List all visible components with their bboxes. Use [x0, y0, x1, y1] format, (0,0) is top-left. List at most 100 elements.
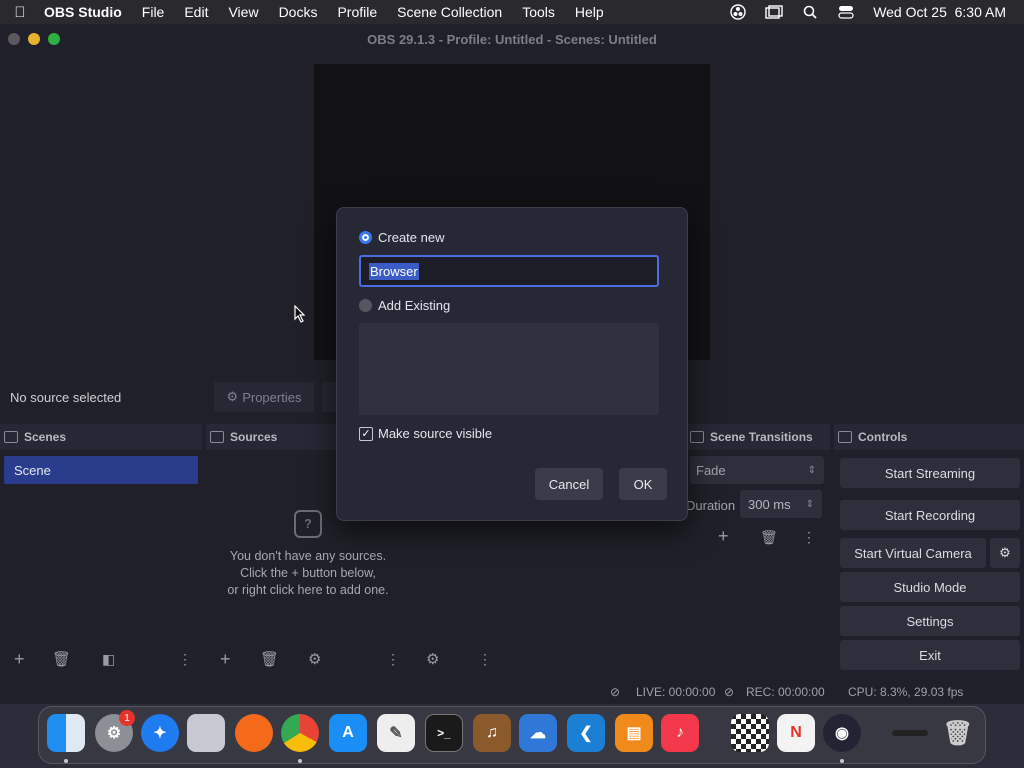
add-existing-radio[interactable]: Add Existing: [359, 298, 450, 313]
music-icon[interactable]: ♪: [661, 714, 699, 752]
live-status-icon: ⊘: [610, 685, 621, 699]
make-visible-label: Make source visible: [378, 426, 493, 441]
chrome-icon[interactable]: [281, 714, 319, 752]
minimize-window-button[interactable]: [28, 33, 40, 45]
transition-more-icon[interactable]: ⋮: [802, 529, 816, 546]
dock-icon: [690, 431, 704, 443]
add-transition-icon[interactable]: +: [718, 526, 729, 547]
news-icon[interactable]: N: [777, 714, 815, 752]
duration-value: 300 ms: [748, 496, 791, 512]
empty-line-3: or right click here to add one.: [227, 583, 389, 597]
remove-scene-icon[interactable]: 🗑: [52, 650, 71, 668]
menu-bar:  OBS Studio File Edit View Docks Profil…: [0, 0, 1024, 24]
transitions-title: Scene Transitions: [710, 430, 813, 444]
minimized-window-icon[interactable]: [891, 714, 929, 752]
gear-icon: ⚙: [226, 389, 239, 404]
finder-icon[interactable]: [47, 714, 85, 752]
launchpad-icon[interactable]: [187, 714, 225, 752]
duration-spinbox[interactable]: 300 ms ⇕: [740, 490, 822, 518]
cancel-button[interactable]: Cancel: [535, 468, 603, 500]
running-indicator: [840, 759, 844, 763]
remove-transition-icon[interactable]: 🗑: [760, 529, 778, 546]
menu-edit[interactable]: Edit: [174, 4, 218, 20]
add-source-dialog: Create new Browser Add Existing ✓ Make s…: [336, 207, 688, 521]
source-properties-gear-icon[interactable]: ⚙: [308, 650, 321, 668]
scenes-title: Scenes: [24, 430, 67, 444]
textedit-icon[interactable]: ✎: [377, 714, 415, 752]
create-new-label: Create new: [378, 230, 445, 245]
scene-item[interactable]: Scene: [4, 456, 198, 484]
maximize-window-button[interactable]: [48, 33, 60, 45]
control-center-icon[interactable]: [837, 3, 855, 21]
app-store-icon[interactable]: A: [329, 714, 367, 752]
menu-clock[interactable]: Wed Oct 25 6:30 AM: [873, 4, 1006, 20]
transitions-body: Fade ⇕ Duration 300 ms ⇕ + 🗑 ⋮: [686, 450, 830, 676]
scenes-dock-header: Scenes: [0, 424, 202, 450]
vscode-icon[interactable]: ❮: [567, 714, 605, 752]
chess-icon[interactable]: [731, 714, 769, 752]
menu-scene-collection[interactable]: Scene Collection: [387, 4, 512, 20]
menu-view[interactable]: View: [218, 4, 268, 20]
source-name-input[interactable]: Browser: [359, 255, 659, 287]
chevron-updown-icon: ⇕: [807, 464, 816, 476]
scenes-more-icon[interactable]: ⋮: [178, 651, 192, 668]
controls-title: Controls: [858, 430, 908, 444]
menu-help[interactable]: Help: [565, 4, 614, 20]
duration-label: Duration: [686, 498, 736, 513]
menu-file[interactable]: File: [132, 4, 175, 20]
sources-title: Sources: [230, 430, 278, 444]
scene-filters-icon[interactable]: ◧: [102, 651, 115, 668]
start-virtual-camera-button[interactable]: Start Virtual Camera: [840, 538, 986, 568]
apple-menu-icon[interactable]: : [0, 4, 40, 21]
scenes-list: Scene + 🗑 ◧ ⋮: [0, 450, 202, 676]
obs-tray-icon[interactable]: [729, 3, 747, 21]
firefox-icon[interactable]: [235, 714, 273, 752]
stepper-icon[interactable]: ⇕: [806, 499, 814, 510]
ok-button[interactable]: OK: [619, 468, 667, 500]
mixer-settings-gear-icon[interactable]: ⚙: [426, 650, 439, 668]
empty-sources-message: ? You don't have any sources. Click the …: [206, 510, 410, 599]
menu-profile[interactable]: Profile: [327, 4, 387, 20]
empty-line-1: You don't have any sources.: [229, 549, 387, 563]
menu-app-name[interactable]: OBS Studio: [40, 4, 132, 20]
question-icon: ?: [294, 510, 322, 538]
close-window-button[interactable]: [8, 33, 20, 45]
mixer-more-icon[interactable]: ⋮: [478, 651, 492, 668]
start-recording-button[interactable]: Start Recording: [840, 500, 1020, 530]
virtual-camera-settings-gear-icon[interactable]: ⚙: [990, 538, 1020, 568]
settings-button[interactable]: Settings: [840, 606, 1020, 636]
menu-docks[interactable]: Docks: [269, 4, 328, 20]
window-icon[interactable]: [765, 3, 783, 21]
safari-icon[interactable]: ✦: [141, 714, 179, 752]
menu-tools[interactable]: Tools: [512, 4, 565, 20]
scenes-dock: Scenes Scene + 🗑 ◧ ⋮: [0, 424, 202, 676]
add-existing-label: Add Existing: [378, 298, 451, 313]
window-title: OBS 29.1.3 - Profile: Untitled - Scenes:…: [367, 31, 657, 47]
scene-transitions-dock: Scene Transitions Fade ⇕ Duration 300 ms…: [686, 424, 830, 676]
running-indicator: [298, 759, 302, 763]
filters-button[interactable]: [322, 382, 336, 412]
create-new-radio[interactable]: Create new: [359, 230, 444, 245]
add-source-icon[interactable]: +: [220, 649, 231, 670]
dock-icon: [4, 431, 18, 443]
sources-more-icon[interactable]: ⋮: [386, 651, 400, 668]
start-streaming-button[interactable]: Start Streaming: [840, 458, 1020, 488]
existing-sources-list[interactable]: [359, 323, 659, 415]
make-visible-checkbox[interactable]: ✓ Make source visible: [359, 426, 492, 441]
mouse-pointer-icon: [294, 305, 306, 323]
no-source-label: No source selected: [10, 389, 122, 405]
trash-icon[interactable]: 🗑: [939, 714, 977, 752]
search-icon[interactable]: [801, 3, 819, 21]
obs-studio-icon[interactable]: ◉: [823, 714, 861, 752]
studio-mode-button[interactable]: Studio Mode: [840, 572, 1020, 602]
add-scene-icon[interactable]: +: [14, 649, 25, 670]
exit-button[interactable]: Exit: [840, 640, 1020, 670]
remove-source-icon[interactable]: 🗑: [260, 650, 279, 668]
books-icon[interactable]: ▤: [615, 714, 653, 752]
live-timer: LIVE: 00:00:00: [636, 685, 716, 699]
garageband-icon[interactable]: ♫: [473, 714, 511, 752]
terminal-icon[interactable]: >_: [425, 714, 463, 752]
transition-select[interactable]: Fade ⇕: [690, 456, 824, 484]
weather-icon[interactable]: ☁: [519, 714, 557, 752]
properties-button[interactable]: ⚙ Properties: [214, 382, 314, 412]
